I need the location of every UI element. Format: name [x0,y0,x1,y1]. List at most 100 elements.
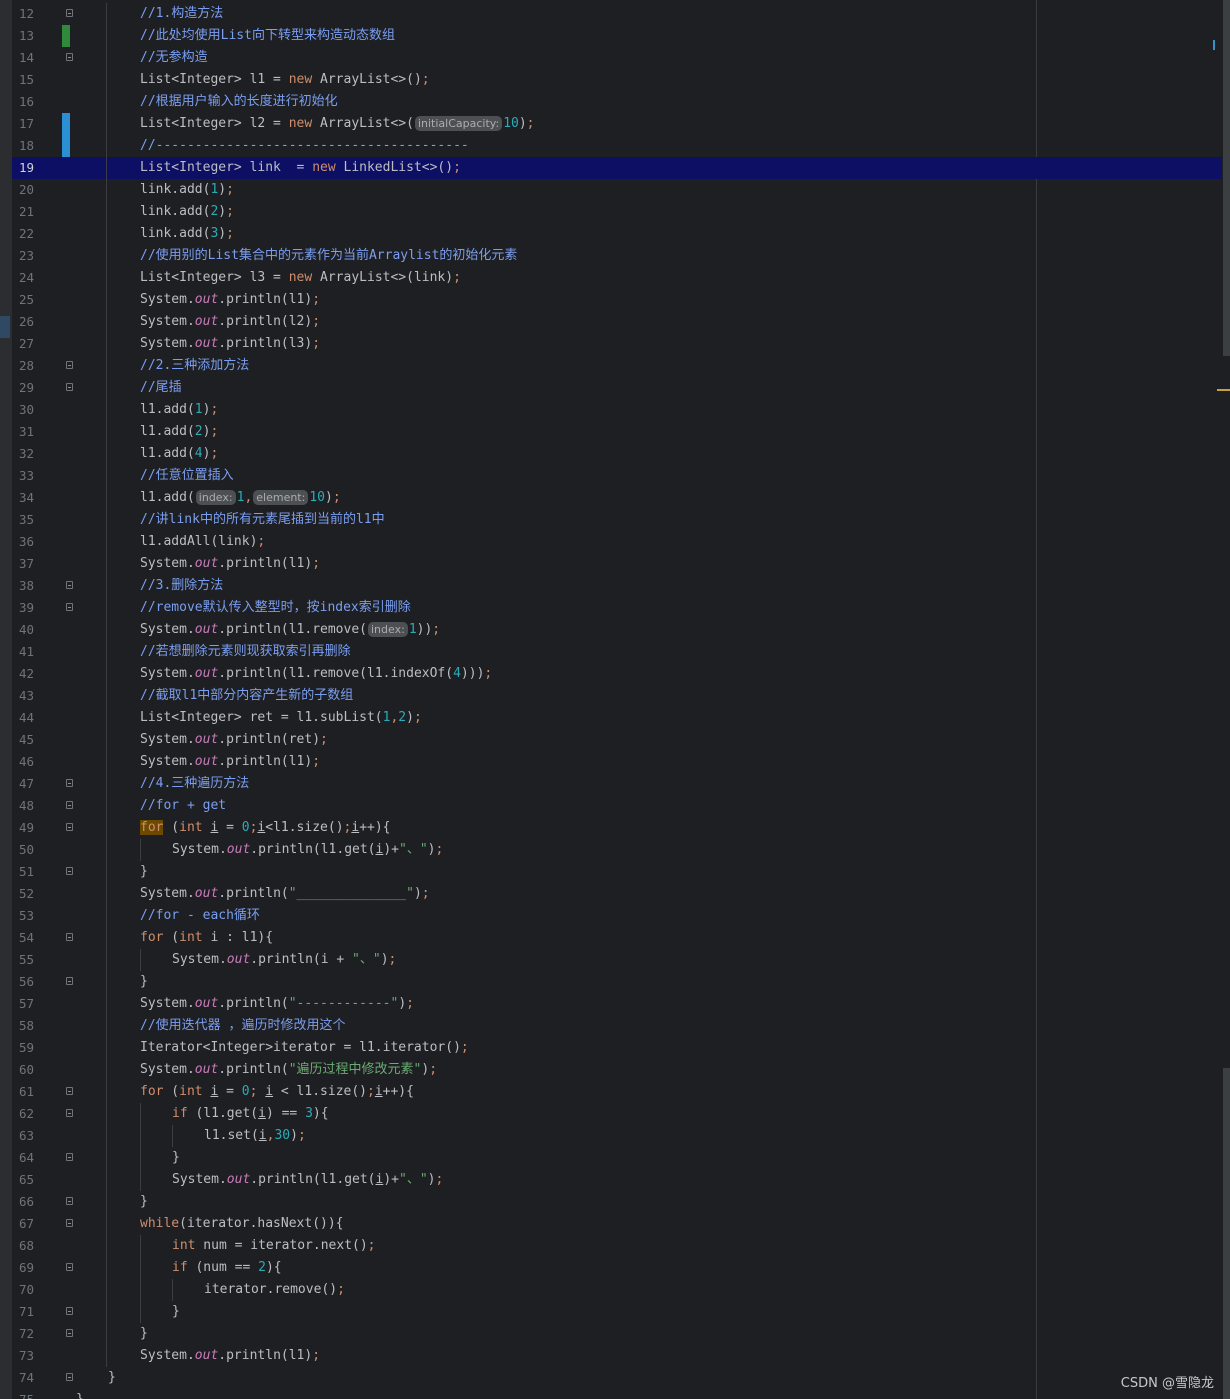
code-line[interactable]: 26 System.out.println(l2); [12,311,1222,333]
code-text[interactable]: System.out.println(l1); [140,289,320,311]
fold-toggle-icon[interactable] [66,53,73,61]
code-line[interactable]: 71} [12,1301,1222,1323]
scrollbar-thumb[interactable] [1223,0,1230,356]
fold-toggle-icon[interactable] [66,823,73,831]
code-line[interactable]: 29 //尾插 [12,377,1222,399]
code-text[interactable]: } [76,1389,84,1399]
fold-toggle-icon[interactable] [66,867,73,875]
code-text[interactable]: List<Integer> ret = l1.subList(1,2); [140,707,422,729]
code-line[interactable]: 65 System.out.println(l1.get(i)+"、"); [12,1169,1222,1191]
code-line[interactable]: 12 //1.构造方法 [12,3,1222,25]
code-line[interactable]: 16 //根据用户输入的长度进行初始化 [12,91,1222,113]
code-line[interactable]: 39 //remove默认传入整型时，按index索引删除 [12,597,1222,619]
code-line[interactable]: 27 System.out.println(l3); [12,333,1222,355]
code-text[interactable]: } [172,1301,180,1323]
code-line[interactable]: 17 List<Integer> l2 = new ArrayList<>(ini… [12,113,1222,135]
fold-toggle-icon[interactable] [66,1329,73,1337]
code-text[interactable]: //此处均使用List向下转型来构造动态数组 [140,25,395,47]
code-text[interactable]: l1.add(4); [140,443,218,465]
code-line[interactable]: 60 System.out.println("遍历过程中修改元素"); [12,1059,1222,1081]
code-text[interactable]: } [140,971,148,993]
fold-toggle-icon[interactable] [66,1087,73,1095]
code-line[interactable]: 23 //使用别的List集合中的元素作为当前Arraylist的初始化元素 [12,245,1222,267]
fold-toggle-icon[interactable] [66,977,73,985]
code-text[interactable]: System.out.println("------------"); [140,993,414,1015]
code-line[interactable]: 30 l1.add(1); [12,399,1222,421]
code-text[interactable]: //使用迭代器 ，遍历时修改用这个 [140,1015,345,1037]
code-text[interactable]: //2.三种添加方法 [140,355,249,377]
code-line[interactable]: 18 //------------------------------------… [12,135,1222,157]
code-text[interactable]: System.out.println(i + "、"); [172,949,396,971]
code-line[interactable]: 70 iterator.remove(); [12,1279,1222,1301]
fold-toggle-icon[interactable] [66,383,73,391]
code-text[interactable]: Iterator<Integer>iterator = l1.iterator(… [140,1037,469,1059]
code-text[interactable]: System.out.println(ret); [140,729,328,751]
code-line[interactable]: 25 System.out.println(l1); [12,289,1222,311]
code-text[interactable]: } [140,1323,148,1345]
code-line[interactable]: 15 List<Integer> l1 = new ArrayList<>(); [12,69,1222,91]
code-line[interactable]: 74} [12,1367,1222,1389]
code-line[interactable]: 53 //for - each循环 [12,905,1222,927]
code-line[interactable]: 63 l1.set(i,30); [12,1125,1222,1147]
code-text[interactable]: int num = iterator.next(); [172,1235,376,1257]
code-text[interactable]: //任意位置插入 [140,465,234,487]
code-text[interactable]: for (int i = 0;i<l1.size();i++){ [140,817,391,839]
fold-toggle-icon[interactable] [66,581,73,589]
code-line[interactable]: 58 //使用迭代器 ，遍历时修改用这个 [12,1015,1222,1037]
code-text[interactable]: //for - each循环 [140,905,260,927]
code-text[interactable]: while(iterator.hasNext()){ [140,1213,344,1235]
code-text[interactable]: if (l1.get(i) == 3){ [172,1103,329,1125]
code-text[interactable]: List<Integer> link = new LinkedList<>(); [140,157,461,179]
code-text[interactable]: //--------------------------------------… [140,135,469,157]
code-text[interactable]: System.out.println(l3); [140,333,320,355]
code-line[interactable]: 41 //若想删除元素则现获取索引再删除 [12,641,1222,663]
code-text[interactable]: l1.add(1); [140,399,218,421]
code-text[interactable]: System.out.println(l1.remove(index: 1)); [140,619,440,641]
code-line[interactable]: 24 List<Integer> l3 = new ArrayList<>(lin… [12,267,1222,289]
code-text[interactable]: System.out.println(l2); [140,311,320,333]
code-text[interactable]: for (int i = 0; i < l1.size();i++){ [140,1081,414,1103]
code-line[interactable]: 62 if (l1.get(i) == 3){ [12,1103,1222,1125]
fold-toggle-icon[interactable] [66,1263,73,1271]
code-line[interactable]: 13 //此处均使用List向下转型来构造动态数组 [12,25,1222,47]
fold-toggle-icon[interactable] [66,1307,73,1315]
code-line[interactable]: 20 link.add(1); [12,179,1222,201]
code-line[interactable]: 64} [12,1147,1222,1169]
code-line[interactable]: 50 System.out.println(l1.get(i)+"、"); [12,839,1222,861]
code-line[interactable]: 67 while(iterator.hasNext()){ [12,1213,1222,1235]
code-line[interactable]: 56} [12,971,1222,993]
fold-toggle-icon[interactable] [66,603,73,611]
vcs-change-marker[interactable] [62,113,70,135]
code-line[interactable]: 49 for (int i = 0;i<l1.size();i++){ [12,817,1222,839]
code-line[interactable]: 55 System.out.println(i + "、"); [12,949,1222,971]
code-text[interactable]: //使用别的List集合中的元素作为当前Arraylist的初始化元素 [140,245,517,267]
fold-toggle-icon[interactable] [66,361,73,369]
code-editor[interactable]: 12//1.构造方法 13//此处均使用List向下转型来构造动态数组 14//无参… [0,0,1230,1399]
code-line[interactable]: 73 System.out.println(l1); [12,1345,1222,1367]
code-line[interactable]: 68 int num = iterator.next(); [12,1235,1222,1257]
code-line[interactable]: 19 List<Integer> link = new LinkedList<>(… [12,157,1222,179]
code-line[interactable]: 47 //4.三种遍历方法 [12,773,1222,795]
code-line[interactable]: 40 System.out.println(l1.remove(index: 1))… [12,619,1222,641]
code-text[interactable]: //1.构造方法 [140,3,223,25]
fold-toggle-icon[interactable] [66,801,73,809]
code-line[interactable]: 45 System.out.println(ret); [12,729,1222,751]
code-line[interactable]: 21 link.add(2); [12,201,1222,223]
code-line[interactable]: 44 List<Integer> ret = l1.subList(1,2); [12,707,1222,729]
fold-toggle-icon[interactable] [66,1153,73,1161]
code-text[interactable]: } [172,1147,180,1169]
code-text[interactable]: //无参构造 [140,47,208,69]
code-text[interactable]: } [108,1367,116,1389]
fold-toggle-icon[interactable] [66,1219,73,1227]
fold-toggle-icon[interactable] [66,933,73,941]
code-text[interactable]: //尾插 [140,377,182,399]
code-text[interactable]: //截取l1中部分内容产生新的子数组 [140,685,353,707]
code-text[interactable]: link.add(3); [140,223,234,245]
code-line[interactable]: 51} [12,861,1222,883]
fold-toggle-icon[interactable] [66,1197,73,1205]
code-line[interactable]: 43 //截取l1中部分内容产生新的子数组 [12,685,1222,707]
code-text[interactable]: link.add(1); [140,179,234,201]
fold-toggle-icon[interactable] [66,1109,73,1117]
fold-toggle-icon[interactable] [66,779,73,787]
vcs-change-marker[interactable] [62,135,70,157]
